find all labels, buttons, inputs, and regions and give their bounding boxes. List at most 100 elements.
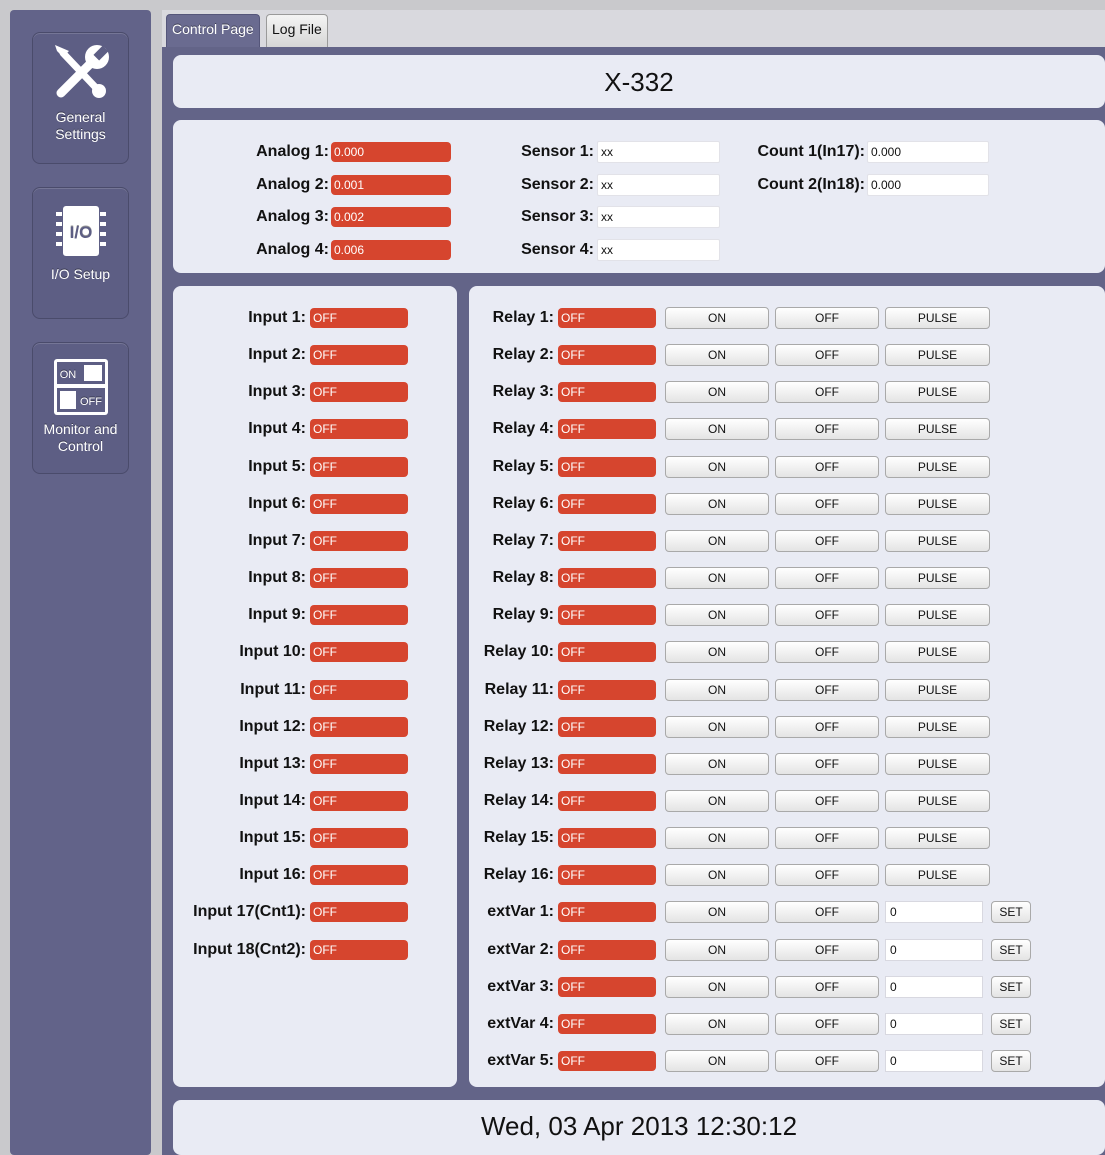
counter-value: 0.000: [867, 174, 989, 196]
relay-on-button[interactable]: ON: [665, 344, 769, 367]
extvar-set-button[interactable]: SET: [991, 975, 1031, 998]
relay-off-button[interactable]: OFF: [775, 641, 879, 664]
relay-off-button[interactable]: OFF: [775, 492, 879, 515]
relay-pulse-button[interactable]: PULSE: [885, 789, 990, 812]
relay-row: Relay 7: OFF ON OFF PULSE: [469, 527, 1105, 555]
extvar-on-button[interactable]: ON: [665, 975, 769, 998]
relay-on-button[interactable]: ON: [665, 641, 769, 664]
relay-on-button[interactable]: ON: [665, 864, 769, 887]
input-row: Input 5: OFF: [173, 453, 457, 481]
relay-pulse-button[interactable]: PULSE: [885, 418, 990, 441]
relay-on-button[interactable]: ON: [665, 307, 769, 329]
extvar-value-input[interactable]: 0: [885, 1012, 983, 1035]
extvar-set-button[interactable]: SET: [991, 1012, 1031, 1035]
input-row: Input 14: OFF: [173, 787, 457, 815]
input-row: Input 3: OFF: [173, 378, 457, 406]
relay-pulse-button[interactable]: PULSE: [885, 381, 990, 404]
relay-on-button[interactable]: ON: [665, 567, 769, 590]
relay-pulse-button[interactable]: PULSE: [885, 455, 990, 478]
relay-pulse-button[interactable]: PULSE: [885, 344, 990, 367]
relay-label: Relay 1:: [492, 309, 554, 326]
relay-off-button[interactable]: OFF: [775, 715, 879, 738]
relay-off-button[interactable]: OFF: [775, 344, 879, 367]
extvar-off-button[interactable]: OFF: [775, 901, 879, 924]
extvar-off-button[interactable]: OFF: [775, 938, 879, 961]
input-label: Input 1:: [248, 309, 306, 326]
relay-pulse-button[interactable]: PULSE: [885, 307, 990, 329]
extvar-row: extVar 5: OFF ON OFF 0 SET: [469, 1047, 1105, 1075]
relay-on-button[interactable]: ON: [665, 827, 769, 850]
relay-pulse-button[interactable]: PULSE: [885, 492, 990, 515]
relay-off-button[interactable]: OFF: [775, 789, 879, 812]
input-label: Input 10:: [239, 643, 306, 661]
relay-pulse-button[interactable]: PULSE: [885, 529, 990, 552]
inputs-panel: Input 1: OFF Input 2: OFF Input 3: OFF Input 4…: [173, 286, 457, 1087]
extvar-set-button[interactable]: SET: [991, 938, 1031, 961]
relay-status: OFF: [558, 642, 656, 663]
extvar-on-button[interactable]: ON: [665, 901, 769, 924]
relay-on-button[interactable]: ON: [665, 529, 769, 552]
relay-on-button[interactable]: ON: [665, 715, 769, 738]
input-status: OFF: [310, 865, 408, 886]
extvar-value-input[interactable]: 0: [885, 1050, 983, 1072]
relay-off-button[interactable]: OFF: [775, 307, 879, 329]
extvar-set-button[interactable]: SET: [991, 1050, 1031, 1072]
wrench-screwdriver-icon: [54, 45, 109, 98]
relay-on-button[interactable]: ON: [665, 418, 769, 441]
extvar-value-input[interactable]: 0: [885, 975, 983, 998]
input-row: Input 7: OFF: [173, 527, 457, 555]
relay-on-button[interactable]: ON: [665, 381, 769, 404]
input-row: Input 18(Cnt2): OFF: [173, 936, 457, 964]
input-status: OFF: [310, 456, 408, 477]
extvar-value-input[interactable]: 0: [885, 901, 983, 924]
extvar-set-button[interactable]: SET: [991, 901, 1031, 924]
relay-on-button[interactable]: ON: [665, 492, 769, 515]
relay-status: OFF: [558, 530, 656, 551]
relay-on-button[interactable]: ON: [665, 455, 769, 478]
relay-pulse-button[interactable]: PULSE: [885, 827, 990, 850]
relay-row: Relay 3: OFF ON OFF PULSE: [469, 378, 1105, 406]
extvar-on-button[interactable]: ON: [665, 1050, 769, 1072]
relay-on-button[interactable]: ON: [665, 789, 769, 812]
extvar-off-button[interactable]: OFF: [775, 1012, 879, 1035]
extvar-on-button[interactable]: ON: [665, 938, 769, 961]
sensor-label: Sensor 4:: [521, 241, 594, 258]
relay-off-button[interactable]: OFF: [775, 381, 879, 404]
relay-pulse-button[interactable]: PULSE: [885, 678, 990, 701]
relay-off-button[interactable]: OFF: [775, 752, 879, 775]
relay-pulse-button[interactable]: PULSE: [885, 641, 990, 664]
relay-pulse-button[interactable]: PULSE: [885, 715, 990, 738]
relay-off-button[interactable]: OFF: [775, 567, 879, 590]
general-settings-button[interactable]: General Settings: [32, 32, 129, 164]
relay-pulse-button[interactable]: PULSE: [885, 604, 990, 627]
extvar-off-button[interactable]: OFF: [775, 975, 879, 998]
relay-on-button[interactable]: ON: [665, 604, 769, 627]
monitor-control-button[interactable]: ON OFF Monitor and Control: [32, 342, 129, 474]
relay-status: OFF: [558, 605, 656, 626]
relay-off-button[interactable]: OFF: [775, 418, 879, 441]
analog-label: Analog 1:: [256, 143, 329, 160]
relay-off-button[interactable]: OFF: [775, 864, 879, 887]
io-setup-button[interactable]: I/O I/O Setup: [32, 187, 129, 319]
tab-log-file[interactable]: Log File: [266, 14, 328, 47]
relay-off-button[interactable]: OFF: [775, 455, 879, 478]
input-label: Input 11:: [240, 680, 306, 698]
input-status: OFF: [310, 308, 408, 328]
relay-off-button[interactable]: OFF: [775, 529, 879, 552]
relay-status: OFF: [558, 828, 656, 849]
relay-on-button[interactable]: ON: [665, 752, 769, 775]
relay-off-button[interactable]: OFF: [775, 827, 879, 850]
extvar-value-input[interactable]: 0: [885, 938, 983, 961]
extvar-off-button[interactable]: OFF: [775, 1050, 879, 1072]
extvar-on-button[interactable]: ON: [665, 1012, 769, 1035]
relay-row: Relay 4: OFF ON OFF PULSE: [469, 415, 1105, 443]
relay-pulse-button[interactable]: PULSE: [885, 752, 990, 775]
relay-off-button[interactable]: OFF: [775, 604, 879, 627]
relay-on-button[interactable]: ON: [665, 678, 769, 701]
extvar-label: extVar 5:: [487, 1052, 554, 1069]
relay-pulse-button[interactable]: PULSE: [885, 864, 990, 887]
relay-pulse-button[interactable]: PULSE: [885, 567, 990, 590]
relay-off-button[interactable]: OFF: [775, 678, 879, 701]
svg-text:I/O: I/O: [69, 223, 92, 242]
tab-control-page[interactable]: Control Page: [166, 14, 260, 47]
